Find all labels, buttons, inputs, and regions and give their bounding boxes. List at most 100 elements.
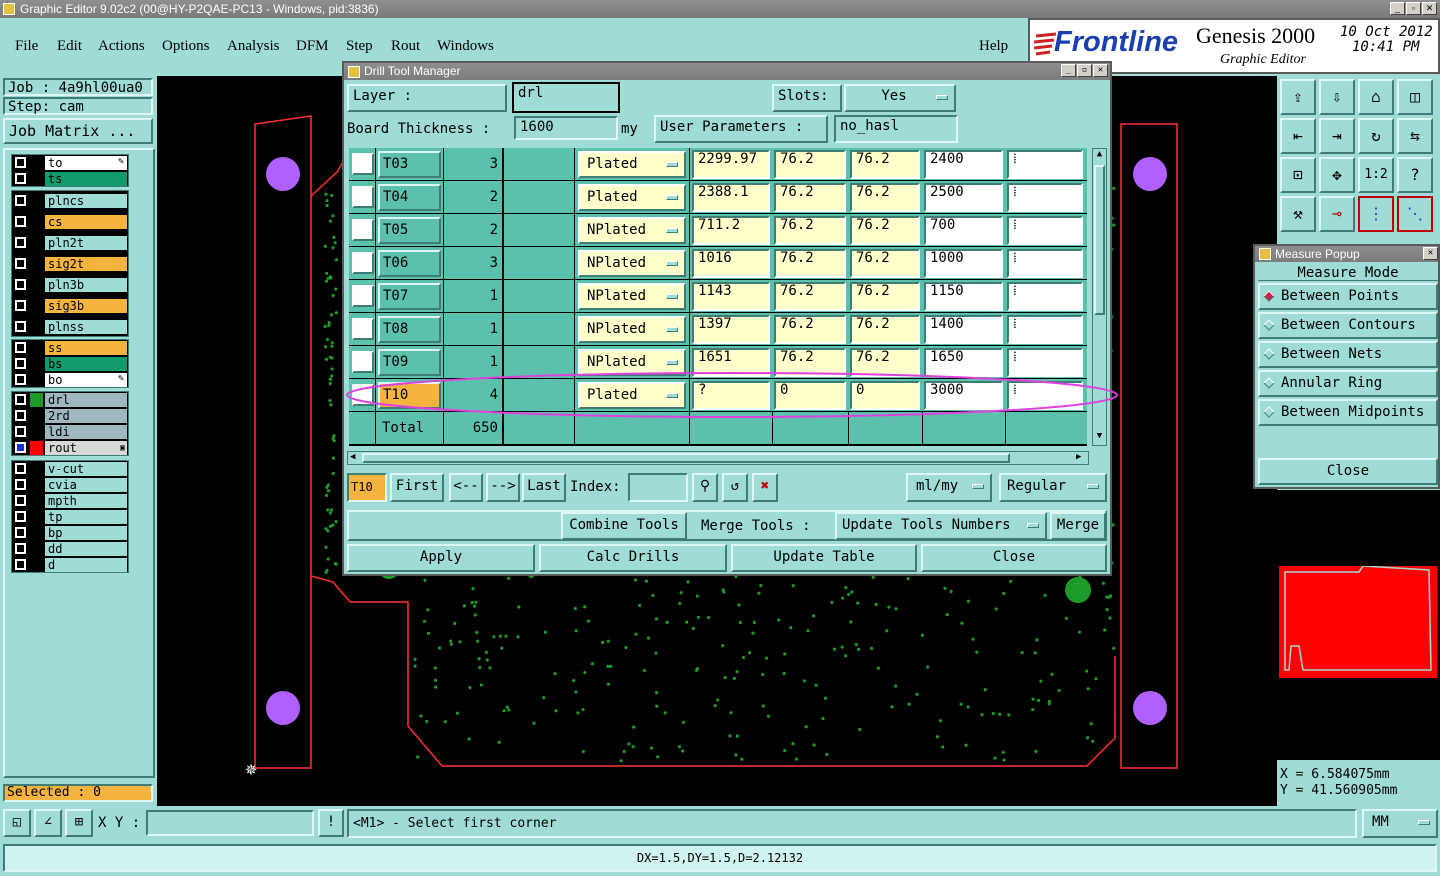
layer-checkbox[interactable] [15, 216, 26, 227]
layer-row-cs[interactable]: cs [12, 214, 130, 230]
max-tol-input[interactable]: 76.2 [850, 315, 920, 344]
user-parameters-input[interactable]: no_hasl [834, 115, 958, 143]
tool-row[interactable]: T08 1 NPlated 1397 76.2 76.2 1400 ⁞ [349, 313, 1087, 346]
drill-size-input[interactable]: 2299.97 [692, 150, 770, 179]
scroll-up-icon[interactable]: ▲ [1094, 149, 1105, 161]
scroll-left-icon[interactable]: ◀ [350, 452, 355, 462]
zoom-fit-icon[interactable]: ⊡ [1280, 157, 1316, 193]
layer-checkbox[interactable] [15, 527, 26, 538]
fit-up-icon[interactable]: ⇪ [1280, 79, 1316, 115]
info-icon[interactable]: ! [318, 809, 344, 837]
tool-row[interactable]: T03 3 Plated 2299.97 76.2 76.2 2400 ⁞ [349, 148, 1087, 181]
tool-type-dropdown[interactable]: NPlated [578, 316, 686, 343]
layer-input[interactable]: drl [512, 82, 620, 113]
max-tol-input[interactable]: 76.2 [850, 282, 920, 311]
drill-size-input[interactable]: 2388.1 [692, 183, 770, 212]
layer-row-mpth[interactable]: mpth [12, 493, 130, 509]
layer-row-sig3b[interactable]: sig3b [12, 298, 130, 314]
menu-help[interactable]: Help [979, 38, 1008, 55]
tool-row[interactable]: T07 1 NPlated 1143 76.2 76.2 1150 ⁞ [349, 280, 1087, 313]
layer-row-d[interactable]: d [12, 557, 130, 573]
tool-row[interactable]: T05 2 NPlated 711.2 76.2 76.2 700 ⁞ [349, 214, 1087, 247]
tool-name[interactable]: T06 [378, 250, 441, 277]
layer-checkbox[interactable] [15, 321, 26, 332]
dialog-maximize-button[interactable]: ▫ [1077, 64, 1092, 77]
scroll-down-icon[interactable]: ▼ [1094, 431, 1105, 443]
layer-row-plncs[interactable]: plncs [12, 193, 130, 209]
slots-dropdown[interactable]: Yes [844, 84, 956, 112]
prev-button[interactable]: <-- [449, 473, 483, 502]
job-matrix-button[interactable]: Job Matrix ... [3, 118, 153, 144]
layer-checkbox[interactable] [15, 495, 26, 506]
layer-row-ts[interactable]: ts [12, 171, 130, 187]
last-button[interactable]: Last [522, 473, 566, 502]
notes-input[interactable]: ⁞ [1007, 249, 1083, 278]
layer-checkbox[interactable] [15, 442, 26, 453]
tool-type-dropdown[interactable]: Plated [578, 151, 686, 178]
layer-row-tp[interactable]: tp [12, 509, 130, 525]
angle-icon[interactable]: ∠ [34, 809, 62, 837]
layer-row-rout[interactable]: rout ▣ [12, 440, 130, 456]
finish-size-input[interactable]: 2500 [924, 183, 1003, 212]
layer-row-dd[interactable]: dd [12, 541, 130, 557]
menu-actions[interactable]: Actions [98, 38, 145, 55]
notes-input[interactable]: ⁞ [1007, 183, 1083, 212]
layer-checkbox[interactable] [15, 157, 26, 168]
layer-checkbox[interactable] [15, 559, 26, 570]
menu-options[interactable]: Options [162, 38, 210, 55]
min-tol-input[interactable]: 76.2 [774, 282, 846, 311]
menu-step[interactable]: Step [346, 38, 373, 55]
menu-dfm[interactable]: DFM [296, 38, 329, 55]
layer-checkbox[interactable] [15, 463, 26, 474]
measure-option-between-midpoints[interactable]: Between Midpoints [1258, 399, 1438, 426]
layer-color-swatch[interactable] [30, 393, 43, 407]
layer-row-2rd[interactable]: 2rd [12, 408, 130, 424]
tool-type-dropdown[interactable]: NPlated [578, 217, 686, 244]
ruler-icon[interactable]: ⚒ [1280, 196, 1316, 232]
fit-down-icon[interactable]: ⇩ [1319, 79, 1355, 115]
measure-option-between-points[interactable]: Between Points [1258, 283, 1438, 310]
layer-checkbox[interactable] [15, 374, 26, 385]
next-button[interactable]: --> [486, 473, 520, 502]
snap-icon[interactable]: ◱ [3, 809, 31, 837]
dialog-close-x-button[interactable]: ✕ [1093, 64, 1108, 77]
pan-left-icon[interactable]: ⇤ [1280, 118, 1316, 154]
layer-row-ss[interactable]: ss [12, 340, 130, 356]
dialog-close-button[interactable]: Close [921, 544, 1107, 572]
expand-icon[interactable] [352, 153, 374, 175]
layer-row-sig2t[interactable]: sig2t [12, 256, 130, 272]
layer-row-pln2t[interactable]: pln2t [12, 235, 130, 251]
measure-icon[interactable]: ⊸ [1319, 196, 1355, 232]
first-button[interactable]: First [390, 473, 444, 502]
layer-checkbox[interactable] [15, 358, 26, 369]
apply-button[interactable]: Apply [347, 544, 535, 572]
measure-close-x-button[interactable]: ✕ [1423, 247, 1438, 260]
scroll-right-icon[interactable]: ▶ [1076, 452, 1081, 462]
finish-size-input[interactable]: 700 [924, 216, 1003, 245]
drill-size-input[interactable]: 1397 [692, 315, 770, 344]
horizontal-scrollbar[interactable]: ◀ ▶ [347, 451, 1089, 465]
layer-row-drl[interactable]: drl [12, 392, 130, 408]
layer-checkbox[interactable] [15, 300, 26, 311]
layer-checkbox[interactable] [15, 543, 26, 554]
close-window-button[interactable]: ✕ [1422, 2, 1437, 15]
min-tol-input[interactable]: 76.2 [774, 216, 846, 245]
tool-type-dropdown[interactable]: Plated [578, 184, 686, 211]
pan-right-icon[interactable]: ⇥ [1319, 118, 1355, 154]
h-scroll-thumb[interactable] [362, 453, 1010, 463]
one-to-one-icon[interactable]: 1:2 [1358, 157, 1394, 193]
zoom-center-icon[interactable]: ✥ [1319, 157, 1355, 193]
layer-row-bp[interactable]: bp [12, 525, 130, 541]
tool-name[interactable]: T08 [378, 316, 441, 343]
layer-checkbox[interactable] [15, 279, 26, 290]
search-icon[interactable]: ⚲ [692, 473, 718, 502]
tool-type-dropdown[interactable]: NPlated [578, 283, 686, 310]
min-tol-input[interactable]: 76.2 [774, 150, 846, 179]
layer-checkbox[interactable] [15, 258, 26, 269]
net-icon[interactable]: ⋮ [1358, 196, 1394, 232]
menu-windows[interactable]: Windows [437, 38, 494, 55]
board-thickness-input[interactable]: 1600 [514, 116, 618, 140]
scroll-thumb[interactable] [1094, 165, 1105, 315]
measure-option-annular-ring[interactable]: Annular Ring [1258, 370, 1438, 397]
layer-row-plnss[interactable]: plnss [12, 319, 130, 335]
